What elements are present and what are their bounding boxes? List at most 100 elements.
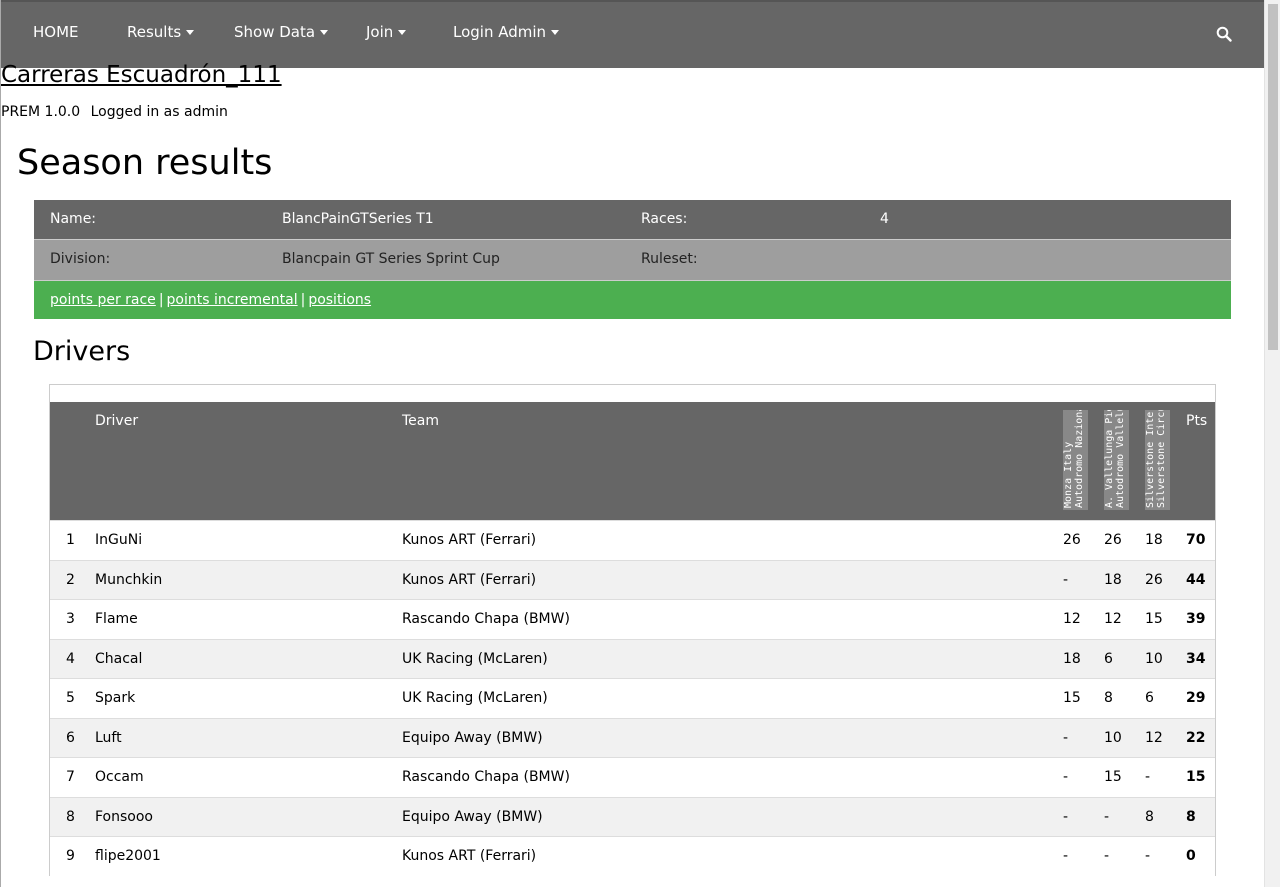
race-1-points-cell: - bbox=[1063, 848, 1069, 864]
nav-login-admin-label: Login Admin bbox=[453, 23, 547, 41]
team-cell: UK Racing (McLaren) bbox=[402, 690, 548, 706]
link-separator: | bbox=[300, 292, 306, 308]
race-3-points-cell: 10 bbox=[1145, 650, 1163, 667]
team-cell: Kunos ART (Ferrari) bbox=[402, 848, 537, 864]
link-separator: | bbox=[158, 292, 164, 308]
race-2-points-cell: - bbox=[1104, 808, 1110, 825]
total-points-cell: 44 bbox=[1186, 571, 1206, 588]
table-row: 8 Fonsooo Equipo Away (BMW) - - 8 8 bbox=[50, 796, 1215, 836]
position-cell: 6 bbox=[66, 729, 75, 746]
race-2-points-cell: 12 bbox=[1104, 611, 1122, 627]
team-cell: Rascando Chapa (BMW) bbox=[402, 611, 570, 627]
position-cell: 3 bbox=[66, 611, 75, 627]
race-2-track: Autodromo Vallelunga bbox=[1115, 410, 1126, 508]
drivers-section-title: Drivers bbox=[33, 336, 131, 367]
race-3-points-cell: 18 bbox=[1145, 532, 1163, 548]
table-row: 7 Occam Rascando Chapa (BMW) - 15 - 15 bbox=[50, 757, 1215, 797]
login-status-text: Logged in as admin bbox=[90, 104, 228, 120]
driver-cell: InGuNi bbox=[95, 532, 143, 548]
position-cell: 4 bbox=[66, 650, 75, 667]
name-value: BlancPainGTSeries T1 bbox=[282, 211, 434, 227]
race-3-points-cell: 15 bbox=[1145, 611, 1163, 627]
points-incremental-link[interactable]: points incremental bbox=[167, 292, 298, 308]
race-1-points-cell: 12 bbox=[1063, 611, 1081, 627]
race-1-points-cell: - bbox=[1063, 729, 1069, 746]
race-3-points-cell: - bbox=[1145, 848, 1151, 864]
page-title: Season results bbox=[17, 143, 273, 183]
position-cell: 9 bbox=[66, 848, 75, 864]
team-cell: Rascando Chapa (BMW) bbox=[402, 769, 570, 785]
position-cell: 7 bbox=[66, 769, 75, 785]
scrollbar-thumb[interactable] bbox=[1268, 4, 1278, 350]
table-row: 3 Flame Rascando Chapa (BMW) 12 12 15 39 bbox=[50, 599, 1215, 639]
points-per-race-link[interactable]: points per race bbox=[50, 292, 156, 308]
race-1-points-cell: - bbox=[1063, 769, 1069, 785]
table-row: 4 Chacal UK Racing (McLaren) 18 6 10 34 bbox=[50, 638, 1215, 678]
race-2-points-cell: 26 bbox=[1104, 532, 1122, 548]
team-cell: Equipo Away (BMW) bbox=[402, 729, 543, 746]
nav-show-data[interactable]: Show Data bbox=[234, 22, 329, 42]
total-points-cell: 15 bbox=[1186, 769, 1206, 785]
team-cell: Equipo Away (BMW) bbox=[402, 808, 543, 825]
season-info-panel: Name: BlancPainGTSeries T1 Races: 4 Divi… bbox=[34, 200, 1231, 319]
total-points-cell: 29 bbox=[1186, 690, 1206, 706]
race-1-points-cell: - bbox=[1063, 808, 1069, 825]
race-1-track: Autodromo Nazionale bbox=[1074, 410, 1085, 508]
races-value: 4 bbox=[880, 211, 889, 227]
race-3-points-cell: 12 bbox=[1145, 729, 1163, 746]
race-3-name: Silverstone International bbox=[1145, 410, 1156, 508]
team-column-header: Team bbox=[402, 413, 440, 429]
table-body: 1 InGuNi Kunos ART (Ferrari) 26 26 18 70… bbox=[50, 520, 1215, 876]
vertical-scrollbar[interactable] bbox=[1264, 0, 1280, 887]
position-cell: 1 bbox=[66, 532, 75, 548]
points-column-header: Pts bbox=[1186, 413, 1208, 429]
races-label: Races: bbox=[641, 211, 688, 227]
nav-join[interactable]: Join bbox=[366, 22, 407, 42]
race-3-points-cell: 26 bbox=[1145, 571, 1163, 588]
position-cell: 2 bbox=[66, 571, 75, 588]
race-1-points-cell: 15 bbox=[1063, 690, 1081, 706]
position-cell: 5 bbox=[66, 690, 75, 706]
driver-cell: Luft bbox=[95, 729, 122, 746]
nav-join-label: Join bbox=[366, 23, 394, 41]
race-1-points-cell: 26 bbox=[1063, 532, 1081, 548]
race-3-points-cell: - bbox=[1145, 769, 1151, 785]
race-column-header-1: Monza Italy Autodromo Nazionale bbox=[1063, 410, 1088, 510]
nav-results-label: Results bbox=[127, 23, 182, 41]
version-status-line: PREM 1.0.0 Logged in as admin bbox=[1, 104, 234, 120]
name-label: Name: bbox=[50, 211, 97, 227]
race-1-points-cell: 18 bbox=[1063, 650, 1081, 667]
caret-down-icon bbox=[398, 30, 407, 35]
caret-down-icon bbox=[551, 30, 560, 35]
race-2-points-cell: 10 bbox=[1104, 729, 1122, 746]
table-row: 2 Munchkin Kunos ART (Ferrari) - 18 26 4… bbox=[50, 559, 1215, 599]
total-points-cell: 39 bbox=[1186, 611, 1206, 627]
view-links: points per race | points incremental | posit… bbox=[50, 292, 371, 308]
nav-login-admin[interactable]: Login Admin bbox=[453, 22, 560, 42]
race-column-header-2: A. Vallelunga Piero Taruffi Autodromo Val… bbox=[1104, 410, 1129, 510]
table-row: 9 flipe2001 Kunos ART (Ferrari) - - - 0 bbox=[50, 836, 1215, 876]
total-points-cell: 70 bbox=[1186, 532, 1206, 548]
drivers-table: Driver Team Monza Italy Autodromo Naziona… bbox=[49, 384, 1216, 876]
nav-show-data-label: Show Data bbox=[234, 23, 316, 41]
race-3-points-cell: 6 bbox=[1145, 690, 1154, 706]
positions-link[interactable]: positions bbox=[308, 292, 371, 308]
nav-results[interactable]: Results bbox=[127, 22, 195, 42]
race-2-points-cell: - bbox=[1104, 848, 1110, 864]
search-icon[interactable] bbox=[1216, 26, 1232, 42]
total-points-cell: 8 bbox=[1186, 808, 1196, 825]
table-header: Driver Team Monza Italy Autodromo Naziona… bbox=[50, 402, 1215, 520]
race-2-points-cell: 15 bbox=[1104, 769, 1122, 785]
season-links-row: points per race | points incremental | posit… bbox=[34, 280, 1231, 319]
table-top-spacer bbox=[50, 385, 1215, 402]
driver-cell: Spark bbox=[95, 690, 136, 706]
team-cell: Kunos ART (Ferrari) bbox=[402, 571, 537, 588]
table-row: 5 Spark UK Racing (McLaren) 15 8 6 29 bbox=[50, 678, 1215, 718]
division-value: Blancpain GT Series Sprint Cup bbox=[282, 251, 500, 267]
nav-home[interactable]: HOME bbox=[33, 22, 79, 42]
driver-cell: Occam bbox=[95, 769, 144, 785]
site-title-link[interactable]: Carreras Escuadrón_111 bbox=[1, 62, 282, 88]
division-label: Division: bbox=[50, 251, 111, 267]
version-text: PREM 1.0.0 bbox=[1, 104, 81, 120]
caret-down-icon bbox=[186, 30, 195, 35]
